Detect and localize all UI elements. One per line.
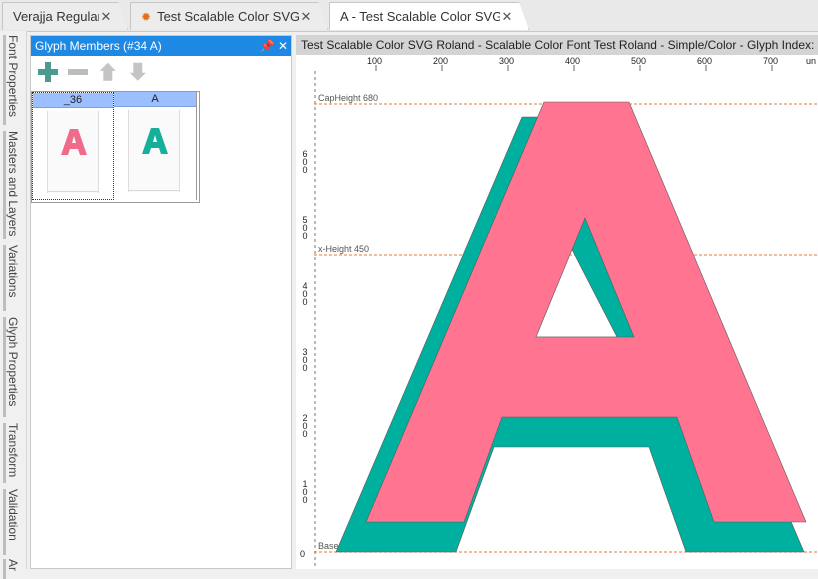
ruler-label: 100 [300,479,310,503]
glyph-cell-name: A [114,92,196,107]
glyph-cell-a[interactable]: A [114,92,197,200]
remove-icon[interactable] [65,59,91,85]
ruler-label: 400 [300,281,310,305]
pin-icon[interactable]: 📌 [259,39,275,53]
glyph-preview [47,111,99,193]
ruler-label: 600 [697,56,713,66]
ruler-label: 300 [300,347,310,371]
document-tab-bar: Verajja Regular ✕ ✹ Test Scalable Color … [0,0,818,32]
ruler-label: 100 [367,56,383,66]
side-tab-masters-and-layers[interactable]: Masters and Layers [3,131,20,239]
glyph-editor: Test Scalable Color SVG Roland - Scalabl… [296,35,818,569]
side-tab-label: Masters and Layers [6,131,20,237]
tab-label: Test Scalable Color SVG Rol [157,9,299,24]
side-tab-validation[interactable]: Validation [3,489,20,555]
side-tab-label: Variations [6,245,20,298]
glyph-members-panel: Glyph Members (#34 A) 📌 ✕ _36 A [30,35,292,569]
add-icon[interactable] [35,59,61,85]
tab-verajja-regular[interactable]: Verajja Regular ✕ [2,2,128,30]
ruler-label: 500 [631,56,647,66]
glyph-preview [128,110,180,192]
ruler-label: 600 [300,149,310,173]
move-up-icon[interactable] [95,59,121,85]
side-tab-variations[interactable]: Variations [3,245,20,311]
tab-test-scalable-color[interactable]: ✹ Test Scalable Color SVG Rol ✕ [130,2,328,30]
close-icon[interactable]: ✕ [99,9,113,25]
side-tab-strip: Font Properties Masters and Layers Varia… [0,31,27,579]
horizontal-ruler: 100 200 300 400 500 600 700 un [314,55,818,72]
capheight-label: CapHeight 680 [318,93,379,103]
glyph-cell-_36[interactable]: _36 [32,92,114,200]
close-icon[interactable]: ✕ [299,9,313,25]
side-tab-label: Font Properties [6,35,20,118]
ruler-label: 0 [300,549,306,559]
glyph-cell-name: _36 [33,93,113,108]
tab-glyph-a[interactable]: A - Test Scalable Color SVG Rol ✕ [329,2,529,30]
baseline [129,190,179,191]
ruler-label: 300 [499,56,515,66]
ruler-label: 400 [565,56,581,66]
glyph-canvas[interactable]: CapHeight 680 x-Height 450 Base [314,71,818,569]
tab-label: Verajja Regular [13,9,99,24]
move-down-icon[interactable] [125,59,151,85]
side-tab-transform[interactable]: Transform [3,423,20,483]
side-tab-ar[interactable]: Ar [3,559,20,579]
glyph-drawing [314,71,818,569]
side-tab-label: Validation [6,489,20,541]
panel-title-bar: Glyph Members (#34 A) 📌 ✕ [31,36,291,56]
tab-label: A - Test Scalable Color SVG Rol [340,9,500,24]
members-toolbar [31,56,291,88]
xheight-label: x-Height 450 [318,244,370,254]
side-tab-label: Glyph Properties [6,317,20,407]
baseline [48,191,98,192]
side-tab-label: Ar [6,559,20,571]
ruler-label: 500 [300,215,310,239]
ruler-label: 200 [300,413,310,437]
side-tab-label: Transform [6,423,20,478]
close-icon[interactable]: ✕ [500,9,514,25]
baseline-label: Base [318,541,339,551]
panel-title: Glyph Members (#34 A) [35,39,162,53]
side-tab-font-properties[interactable]: Font Properties [3,35,20,125]
close-icon[interactable]: ✕ [275,39,291,53]
vertical-ruler: 600 500 400 300 200 100 0 [296,71,315,569]
glyph-member-grid: _36 A [31,91,200,203]
ruler-label: 200 [433,56,449,66]
editor-title: Test Scalable Color SVG Roland - Scalabl… [296,35,818,55]
side-tab-glyph-properties[interactable]: Glyph Properties [3,317,20,417]
ruler-label: un [806,56,817,66]
gear-icon: ✹ [141,9,152,24]
ruler-label: 700 [763,56,779,66]
